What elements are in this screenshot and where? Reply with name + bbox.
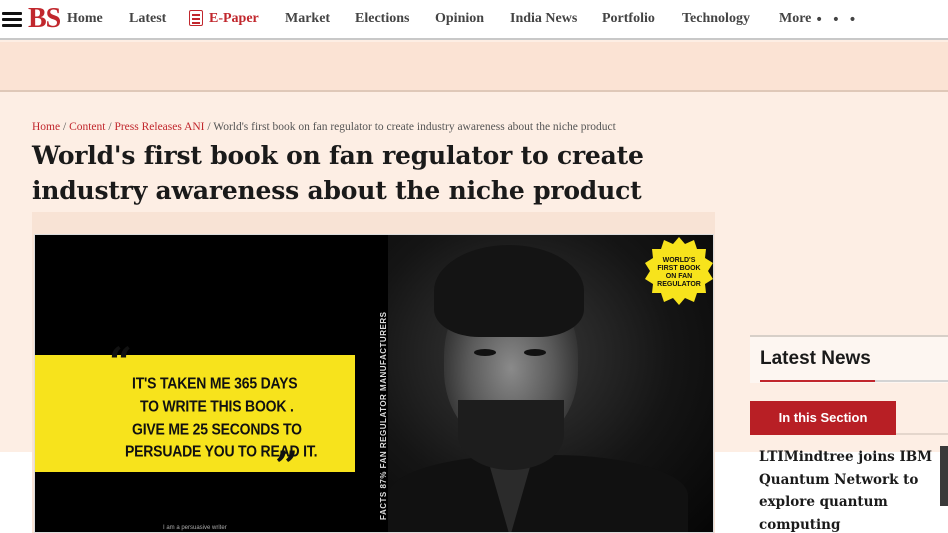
badge-text: WORLD'S [662,257,696,264]
nav-home[interactable]: Home [67,11,103,27]
breadcrumb-separator: / [60,121,70,133]
bs-logo[interactable]: BS [28,3,61,35]
author-beard [458,400,564,470]
epaper-icon[interactable] [189,10,203,26]
top-nav-bar: BS Home Latest E-Paper Market Elections … [0,0,948,40]
badge-text: REGULATOR [657,281,701,288]
breadcrumb-separator: / [204,121,214,133]
nav-market[interactable]: Market [285,11,330,27]
article-hero-image: “ IT'S TAKEN ME 365 DAYS TO WRITE THIS B… [34,234,714,533]
ad-banner-area [0,42,948,90]
breadcrumb-press-releases[interactable]: Press Releases ANI [114,121,204,133]
nav-technology[interactable]: Technology [682,11,750,27]
latest-news-rule [875,380,948,382]
nav-india-news[interactable]: India News [510,11,577,27]
nav-latest[interactable]: Latest [129,11,166,27]
quote-line: IT'S TAKEN ME 365 DAYS [132,374,298,392]
quote-line: TO WRITE THIS BOOK . [140,397,294,415]
page-lower-background [0,452,34,533]
page-title: World's first book on fan regulator to c… [32,141,644,205]
author-shoulders [388,455,688,532]
author-hair [434,245,584,337]
breadcrumb-current: World's first book on fan regulator to c… [213,121,616,133]
close-quote-mark: ” [275,443,299,490]
cover-small-text: I am a persuasive writer [163,525,227,531]
nav-elections[interactable]: Elections [355,11,409,27]
latest-news-heading: Latest News [760,348,871,369]
author-eye [474,349,496,356]
badge-text: ON FAN [665,273,693,280]
author-portrait: WORLD'S FIRST BOOK ON FAN REGULATOR [388,235,713,532]
badge-text: FIRST BOOK [657,265,701,272]
breadcrumb-content[interactable]: Content [69,121,105,133]
cover-vertical-text: FACTS 87% FAN REGULATOR MANUFACTURERS [379,311,388,520]
breadcrumb: Home / Content / Press Releases ANI / Wo… [32,121,616,133]
nav-portfolio[interactable]: Portfolio [602,11,655,27]
sidebar-news-link[interactable]: LTIMindtree joins IBM Quantum Network to… [759,446,935,533]
hamburger-menu-icon[interactable] [2,12,22,28]
open-quote-mark: “ [109,339,133,386]
latest-news-underline [760,380,875,382]
section-tab-rule [896,433,948,435]
nav-epaper[interactable]: E-Paper [209,11,259,27]
nav-opinion[interactable]: Opinion [435,11,484,27]
nav-more[interactable]: More [779,11,811,27]
author-eye [524,349,546,356]
news-thumbnail[interactable] [940,446,948,506]
breadcrumb-home[interactable]: Home [32,121,60,133]
book-cover-left: “ IT'S TAKEN ME 365 DAYS TO WRITE THIS B… [35,235,388,532]
more-dots-icon[interactable]: • • • [815,12,859,28]
quote-line: GIVE ME 25 SECONDS TO [132,420,302,438]
tab-in-this-section[interactable]: In this Section [750,401,896,435]
ad-divider [0,90,948,92]
